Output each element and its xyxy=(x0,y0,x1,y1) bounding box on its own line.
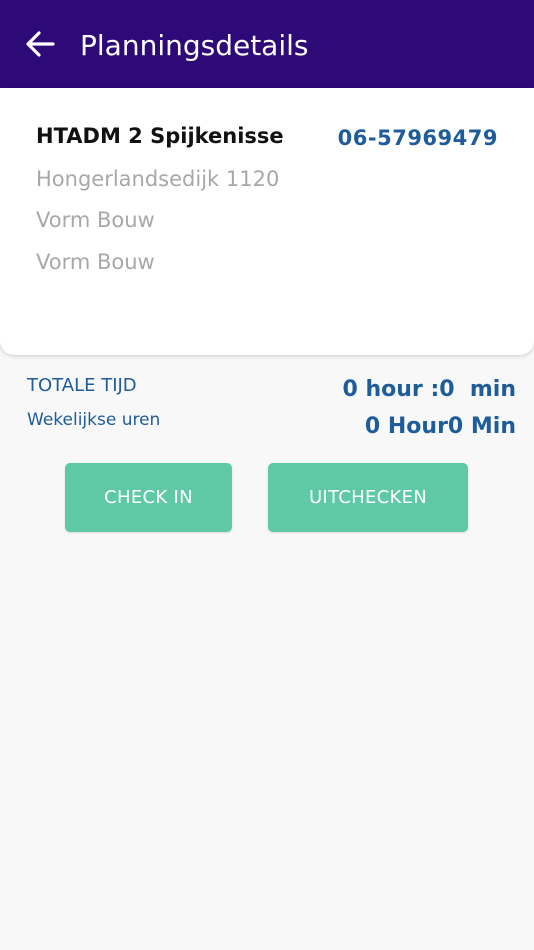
total-time-value: 0 hour :0 min xyxy=(342,377,516,402)
location-name: Vorm Bouw xyxy=(36,250,155,274)
check-out-button[interactable]: UITCHECKEN xyxy=(268,463,468,532)
site-address: Hongerlandsedijk 1120 xyxy=(36,167,280,191)
total-time-label: TOTALE TIJD xyxy=(27,375,137,396)
page-title: Planningsdetails xyxy=(80,29,309,62)
app-bar: Planningsdetails xyxy=(0,0,534,88)
weekly-hours-label: Wekelijkse uren xyxy=(27,410,161,430)
phone-link[interactable]: 06-57969479 xyxy=(338,126,498,150)
site-name: HTADM 2 Spijkenisse xyxy=(36,124,284,148)
company-name: Vorm Bouw xyxy=(36,208,155,232)
back-button[interactable] xyxy=(20,26,60,62)
planning-card: HTADM 2 Spijkenisse 06-57969479 Hongerla… xyxy=(0,88,534,355)
check-in-button[interactable]: CHECK IN xyxy=(65,463,232,532)
arrow-left-icon xyxy=(26,31,55,57)
weekly-hours-value: 0 Hour0 Min xyxy=(364,414,516,439)
